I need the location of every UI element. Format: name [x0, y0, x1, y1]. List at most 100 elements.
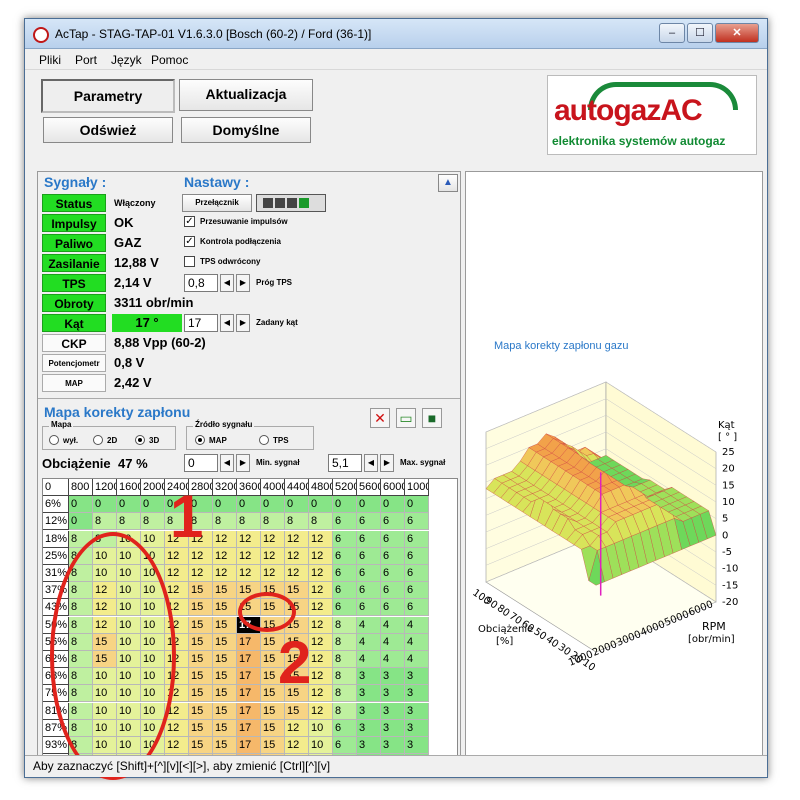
- map-cell[interactable]: 15: [213, 599, 237, 617]
- map-cell[interactable]: 15: [285, 582, 309, 600]
- prog-tps-decrement[interactable]: ◀: [220, 274, 234, 292]
- parametry-button[interactable]: Parametry: [41, 79, 175, 113]
- map-cell[interactable]: 0: [117, 496, 141, 514]
- map-cell[interactable]: 15: [213, 616, 237, 634]
- max-sygnal-decrement[interactable]: ◀: [364, 454, 378, 472]
- map-cell[interactable]: 10: [141, 685, 165, 703]
- map-cell[interactable]: 12: [93, 616, 117, 634]
- map-cell[interactable]: 0: [93, 496, 117, 514]
- map-cell[interactable]: 6: [381, 530, 405, 548]
- map-cell[interactable]: 8: [333, 668, 357, 686]
- map-cell[interactable]: 12: [189, 565, 213, 582]
- map-cell[interactable]: 12: [165, 685, 189, 703]
- map-cell[interactable]: 15: [261, 582, 285, 600]
- map-cell[interactable]: 12: [165, 737, 189, 754]
- map-cell[interactable]: 0: [381, 496, 405, 514]
- map-cell[interactable]: 6: [333, 513, 357, 531]
- map-cell[interactable]: 12: [165, 651, 189, 668]
- save-disk-icon[interactable]: ■: [422, 408, 442, 428]
- map-cell[interactable]: 6: [357, 565, 381, 582]
- map-cell[interactable]: 15: [213, 582, 237, 600]
- map-cell[interactable]: 6: [333, 530, 357, 548]
- map-cell[interactable]: 10: [93, 685, 117, 703]
- map-cell[interactable]: 15: [261, 651, 285, 668]
- map-cell[interactable]: 6: [381, 513, 405, 531]
- min-sygnal-input[interactable]: 0: [184, 454, 218, 472]
- map-cell[interactable]: 10: [93, 547, 117, 565]
- map-cell[interactable]: 15: [213, 719, 237, 737]
- map-cell[interactable]: 6: [405, 530, 429, 548]
- map-cell[interactable]: 17: [237, 633, 261, 651]
- map-cell[interactable]: 6: [333, 582, 357, 600]
- map-cell[interactable]: 10: [141, 633, 165, 651]
- map-cell[interactable]: 15: [261, 599, 285, 617]
- map-cell[interactable]: 15: [285, 633, 309, 651]
- map-cell[interactable]: 15: [285, 685, 309, 703]
- map-cell[interactable]: 8: [69, 668, 93, 686]
- map-cell[interactable]: 4: [405, 633, 429, 651]
- map-cell[interactable]: 12: [285, 547, 309, 565]
- map-cell[interactable]: 3: [357, 737, 381, 754]
- maximize-button[interactable]: ☐: [687, 23, 713, 43]
- map-cell[interactable]: 0: [405, 496, 429, 514]
- map-cell[interactable]: 8: [237, 513, 261, 531]
- zadany-kat-increment[interactable]: ▶: [236, 314, 250, 332]
- map-cell[interactable]: 12: [309, 616, 333, 634]
- zrodlo-tps-radio[interactable]: [259, 435, 269, 445]
- map-cell[interactable]: 15: [285, 616, 309, 634]
- prog-tps-increment[interactable]: ▶: [236, 274, 250, 292]
- map-cell[interactable]: 15: [261, 719, 285, 737]
- map-cell[interactable]: 10: [117, 651, 141, 668]
- map-cell[interactable]: 8: [69, 530, 93, 548]
- map-cell[interactable]: 10: [141, 668, 165, 686]
- map-cell[interactable]: 4: [357, 651, 381, 668]
- map-cell[interactable]: 8: [333, 702, 357, 720]
- map-cell[interactable]: 0: [357, 496, 381, 514]
- map-cell[interactable]: 10: [309, 719, 333, 737]
- map-cell[interactable]: 10: [117, 599, 141, 617]
- map-cell[interactable]: 17: [237, 685, 261, 703]
- map-cell[interactable]: 15: [189, 616, 213, 634]
- map-cell[interactable]: 0: [69, 496, 93, 514]
- map-cell[interactable]: 8: [213, 513, 237, 531]
- tps-odwrocony-checkbox[interactable]: [184, 256, 195, 267]
- map-cell[interactable]: 15: [93, 633, 117, 651]
- map-cell[interactable]: 12: [309, 599, 333, 617]
- map-cell[interactable]: 3: [357, 685, 381, 703]
- max-sygnal-input[interactable]: 5,1: [328, 454, 362, 472]
- map-cell[interactable]: 17: [237, 651, 261, 668]
- map-cell[interactable]: 15: [189, 633, 213, 651]
- map-cell[interactable]: 6: [381, 582, 405, 600]
- map-cell[interactable]: 8: [69, 737, 93, 754]
- map-cell[interactable]: 6: [381, 599, 405, 617]
- odswiez-button[interactable]: Odśwież: [43, 117, 173, 143]
- map-cell[interactable]: 0: [141, 496, 165, 514]
- map-cell[interactable]: 3: [357, 668, 381, 686]
- map-cell[interactable]: 0: [285, 496, 309, 514]
- mapa-2d-radio[interactable]: [93, 435, 103, 445]
- map-cell[interactable]: 15: [213, 702, 237, 720]
- map-cell[interactable]: 10: [141, 737, 165, 754]
- map-cell[interactable]: 6: [381, 547, 405, 565]
- map-cell[interactable]: 12: [285, 565, 309, 582]
- map-cell[interactable]: 15: [189, 702, 213, 720]
- menu-jezyk[interactable]: Język: [111, 53, 142, 67]
- close-button[interactable]: ✕: [715, 23, 759, 43]
- map-cell[interactable]: 3: [357, 719, 381, 737]
- map-cell[interactable]: 12: [237, 565, 261, 582]
- map-cell[interactable]: 12: [165, 668, 189, 686]
- map-cell[interactable]: 12: [165, 547, 189, 565]
- map-cell[interactable]: 8: [261, 513, 285, 531]
- map-cell[interactable]: 15: [189, 685, 213, 703]
- map-cell[interactable]: 10: [141, 565, 165, 582]
- map-cell[interactable]: 10: [117, 530, 141, 548]
- map-cell[interactable]: 0: [69, 513, 93, 531]
- map-cell[interactable]: 6: [357, 513, 381, 531]
- menu-port[interactable]: Port: [75, 53, 97, 67]
- map-cell[interactable]: 6: [381, 565, 405, 582]
- map-cell[interactable]: 12: [213, 530, 237, 548]
- map-cell[interactable]: 15: [237, 599, 261, 617]
- map-cell[interactable]: 12: [309, 565, 333, 582]
- map-cell[interactable]: 12: [165, 633, 189, 651]
- map-cell[interactable]: 6: [405, 582, 429, 600]
